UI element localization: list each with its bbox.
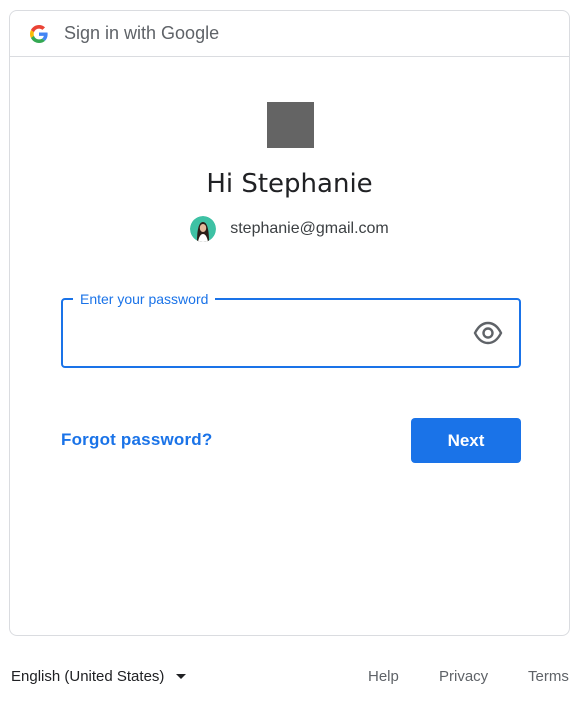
footer: English (United States) Help Privacy Ter… (0, 664, 581, 690)
password-field-label: Enter your password (73, 290, 216, 308)
brand-logo-placeholder (267, 102, 314, 148)
user-avatar (190, 216, 217, 242)
language-label: English (United States) (11, 668, 165, 685)
privacy-link[interactable]: Privacy (439, 668, 488, 685)
eye-icon[interactable] (473, 320, 503, 346)
chevron-down-icon (176, 674, 187, 679)
language-selector[interactable]: English (United States) (11, 668, 187, 685)
help-link[interactable]: Help (368, 668, 399, 685)
card-header: Sign in with Google (10, 11, 569, 57)
password-input[interactable] (77, 318, 461, 350)
google-g-icon (30, 24, 48, 43)
forgot-password-link[interactable]: Forgot password? (61, 430, 212, 450)
greeting-heading: Hi Stephanie (206, 169, 373, 199)
account-email: stephanie@gmail.com (230, 220, 389, 237)
sign-in-card: Sign in with Google Hi Stephanie stephan… (9, 10, 570, 636)
header-title: Sign in with Google (64, 23, 220, 43)
password-field[interactable]: Enter your password (61, 290, 521, 368)
next-button[interactable]: Next (411, 418, 521, 463)
terms-link[interactable]: Terms (528, 668, 569, 685)
account-chip[interactable]: stephanie@gmail.com (10, 216, 569, 242)
